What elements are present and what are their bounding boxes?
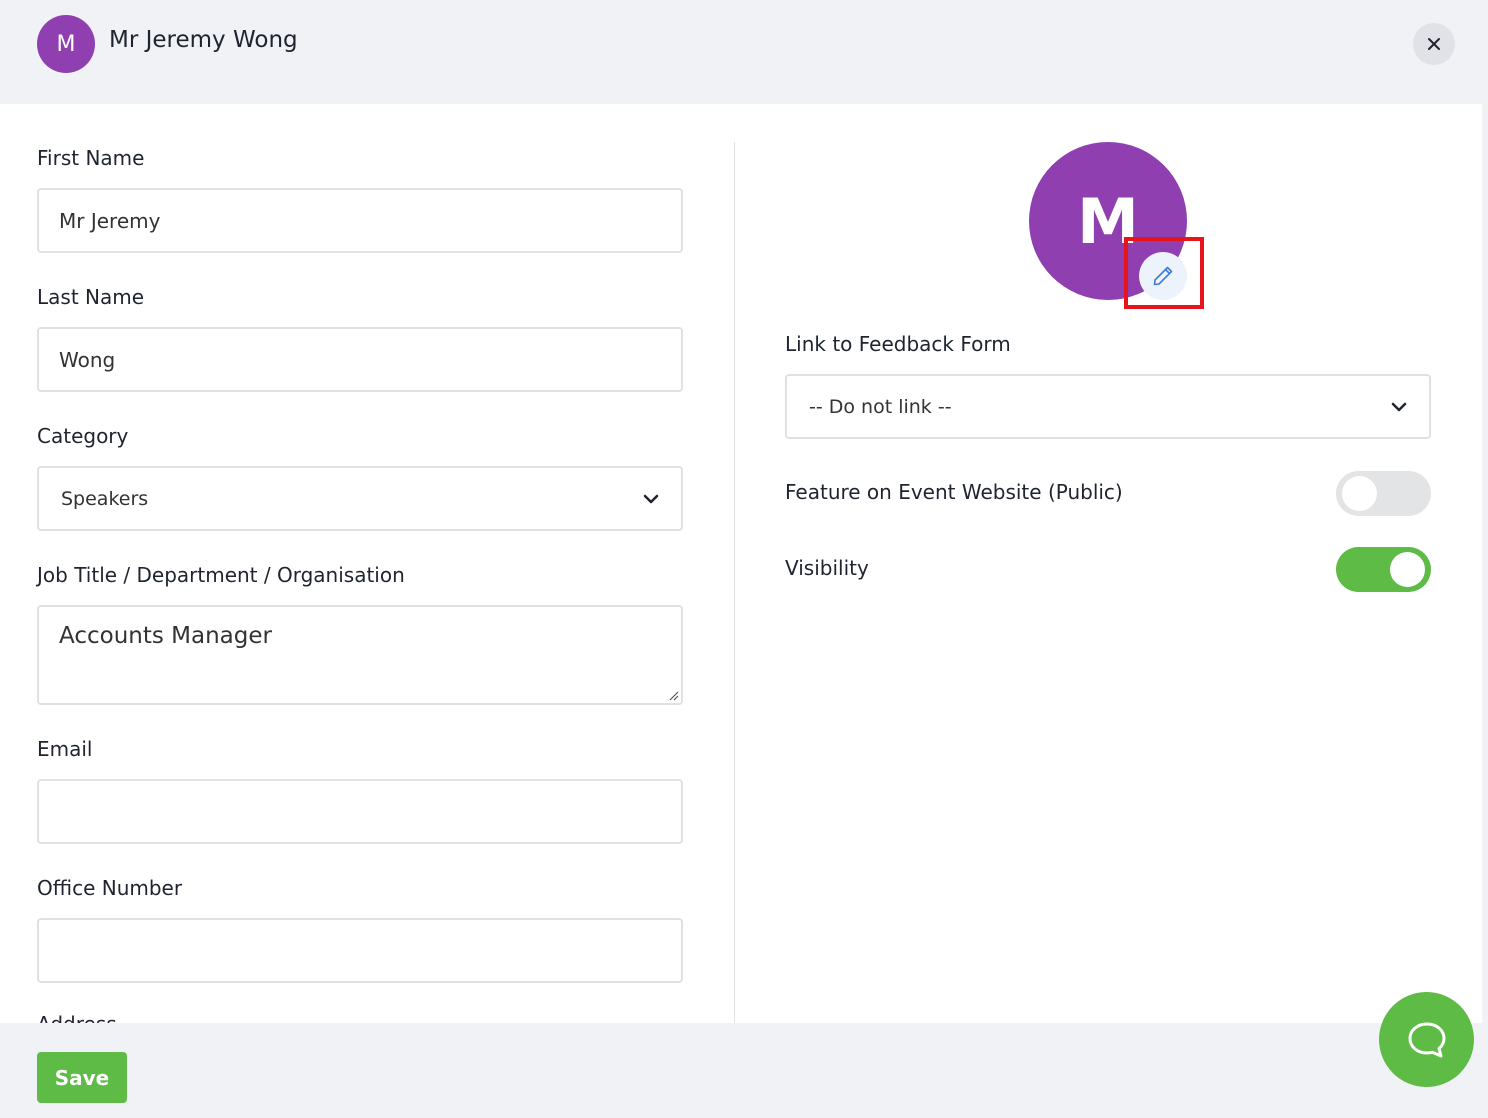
last-name-field[interactable]: Wong xyxy=(37,327,683,392)
save-button[interactable]: Save xyxy=(37,1052,127,1103)
first-name-value: Mr Jeremy xyxy=(59,208,161,233)
modal-header: M Mr Jeremy Wong xyxy=(0,0,1488,104)
page-title: Mr Jeremy Wong xyxy=(109,27,298,53)
avatar-initial: M xyxy=(56,31,76,57)
category-value: Speakers xyxy=(61,487,149,510)
email-field[interactable] xyxy=(37,779,683,844)
close-icon xyxy=(1428,38,1440,50)
close-button[interactable] xyxy=(1413,23,1455,65)
job-title-textarea[interactable]: Accounts Manager xyxy=(37,605,683,705)
chat-bubble-icon xyxy=(1408,1022,1445,1057)
toggle-knob xyxy=(1390,552,1425,587)
job-title-value: Accounts Manager xyxy=(59,623,272,649)
scroll-edge xyxy=(1482,104,1488,1023)
last-name-value: Wong xyxy=(59,347,116,372)
feedback-form-select[interactable]: -- Do not link -- xyxy=(785,374,1431,439)
chevron-down-icon xyxy=(1391,402,1407,411)
visibility-toggle[interactable] xyxy=(1336,547,1431,592)
job-title-label: Job Title / Department / Organisation xyxy=(37,563,405,587)
feature-on-website-label: Feature on Event Website (Public) xyxy=(785,480,1123,504)
email-label: Email xyxy=(37,737,93,761)
category-select[interactable]: Speakers xyxy=(37,466,683,531)
avatar: M xyxy=(37,15,95,73)
first-name-field[interactable]: Mr Jeremy xyxy=(37,188,683,253)
last-name-label: Last Name xyxy=(37,285,145,309)
chevron-down-icon xyxy=(643,494,659,503)
highlight-box xyxy=(1124,237,1204,309)
address-label: Address xyxy=(37,1012,117,1023)
column-divider xyxy=(734,142,735,1023)
toggle-knob xyxy=(1342,476,1377,511)
office-number-field[interactable] xyxy=(37,918,683,983)
chat-button[interactable] xyxy=(1379,992,1474,1087)
first-name-label: First Name xyxy=(37,146,145,170)
feedback-form-value: -- Do not link -- xyxy=(809,395,952,418)
feature-on-website-toggle[interactable] xyxy=(1336,471,1431,516)
form-panel: First Name Mr Jeremy Last Name Wong Cate… xyxy=(0,104,1482,1023)
modal-footer: Save xyxy=(0,1023,1488,1118)
office-number-label: Office Number xyxy=(37,876,183,900)
category-label: Category xyxy=(37,424,129,448)
visibility-label: Visibility xyxy=(785,556,869,580)
feedback-form-label: Link to Feedback Form xyxy=(785,332,1011,356)
resize-handle-icon[interactable] xyxy=(667,689,679,701)
